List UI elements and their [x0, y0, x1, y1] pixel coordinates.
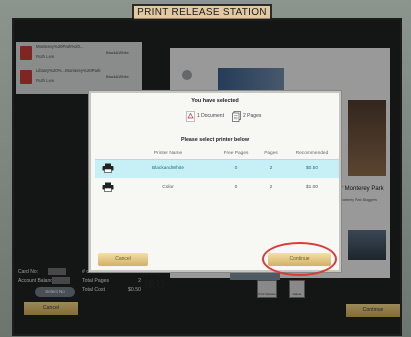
- printer-cell: [95, 159, 121, 178]
- select-printer-prompt: Please select printer below: [180, 137, 249, 143]
- pages-count: 2 Pages: [243, 113, 262, 119]
- printer-cell: [95, 178, 121, 197]
- free-pages: 0: [215, 159, 257, 178]
- pages-icon: [232, 111, 241, 122]
- column-header-cost: Recommended: [285, 149, 339, 160]
- pages: 2: [257, 159, 285, 178]
- column-header-free-pages: Free Pages: [215, 149, 257, 160]
- free-pages: 0: [234, 185, 238, 190]
- printer-icon: [102, 163, 114, 173]
- selection-summary: 1 Document 2 Pages: [161, 111, 281, 125]
- pdf-icon: [186, 111, 195, 122]
- highlight-circle: [262, 242, 337, 276]
- documents-count: 1 Document: [197, 113, 224, 119]
- cost: $0.50: [285, 159, 339, 178]
- table-row[interactable]: Color 0 2 $1.00: [95, 178, 339, 197]
- printer-icon: [102, 182, 114, 192]
- table-header-row: Printer Name Free Pages Pages Recommende…: [95, 149, 339, 160]
- dialog-title: You have selected: [191, 98, 239, 104]
- column-header-icon: [95, 149, 121, 160]
- printer-name: BlackandWhite: [121, 159, 215, 178]
- printer-table: Printer Name Free Pages Pages Recommende…: [95, 149, 339, 197]
- dialog-cancel-button[interactable]: Cancel: [98, 253, 148, 266]
- printer-name: Color: [162, 185, 174, 190]
- column-header-printer-name: Printer Name: [121, 149, 215, 160]
- column-header-pages: Pages: [257, 149, 285, 160]
- pages: 2: [269, 185, 273, 190]
- cost: $1.00: [305, 185, 318, 190]
- table-row[interactable]: BlackandWhite 0 2 $0.50: [95, 159, 339, 178]
